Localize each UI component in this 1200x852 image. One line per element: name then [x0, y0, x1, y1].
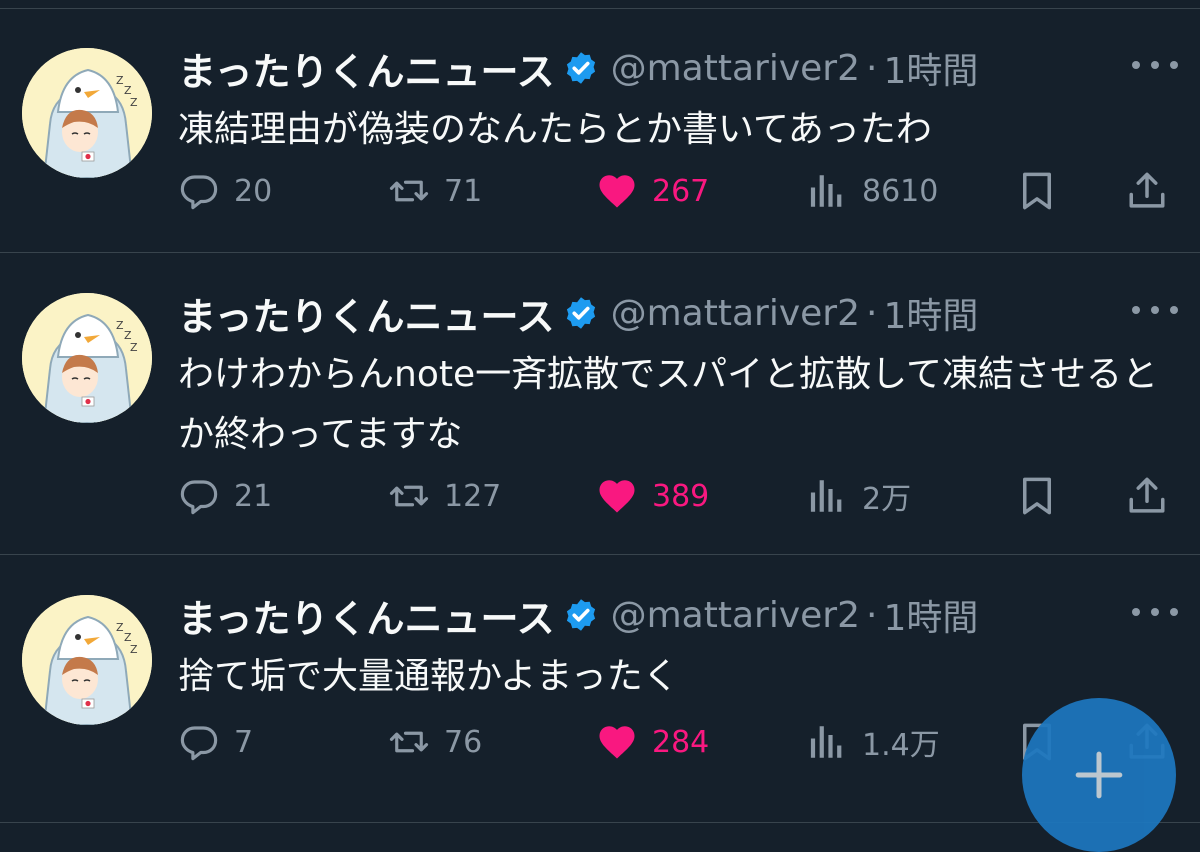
avatar[interactable]: Z Z Z	[22, 293, 152, 423]
views-icon	[810, 175, 842, 207]
retweet-icon	[389, 731, 429, 753]
separator: ·	[865, 47, 878, 89]
reply-count: 21	[234, 478, 273, 514]
heart-icon	[599, 480, 635, 513]
share-icon	[1129, 477, 1165, 513]
reply-icon	[180, 480, 218, 515]
divider	[0, 822, 1200, 823]
verified-badge-icon	[563, 50, 599, 86]
reply-button[interactable]: 20	[178, 166, 272, 216]
tweet-text: 凍結理由が偽装のなんたらとか書いてあったわ	[178, 109, 932, 150]
bookmark-button[interactable]	[1016, 166, 1058, 216]
reply-count: 7	[234, 724, 254, 760]
heart-icon	[599, 175, 635, 208]
reply-button[interactable]: 21	[178, 471, 272, 521]
tweet-time[interactable]: 1時間	[883, 287, 978, 339]
like-count: 284	[652, 724, 710, 760]
avatar[interactable]: Z Z Z	[22, 595, 152, 725]
svg-text:Z: Z	[116, 621, 124, 634]
separator: ·	[865, 594, 878, 636]
retweet-button[interactable]: 71	[388, 166, 482, 216]
tweet[interactable]: Z Z Z まったりくんニュース @mattariver2 · 1時間 捨て垢で…	[0, 555, 1200, 821]
author-handle[interactable]: @mattariver2	[611, 48, 860, 89]
timeline-feed: Z Z Z まったりくんニュース @mattariver2 · 1時間 凍結理由…	[0, 0, 1200, 852]
reply-icon	[180, 175, 218, 210]
like-button[interactable]: 267	[596, 166, 709, 216]
author-name[interactable]: まったりくんニュース	[178, 588, 555, 643]
retweet-count: 127	[444, 478, 502, 514]
tweet-time[interactable]: 1時間	[883, 589, 978, 641]
svg-text:Z: Z	[130, 96, 138, 109]
heart-icon	[599, 726, 635, 759]
tweet-text: 捨て垢で大量通報かよまったく	[178, 656, 679, 697]
reply-icon	[180, 726, 218, 761]
views-count: 2万	[862, 482, 912, 517]
verified-badge-icon	[563, 295, 599, 331]
svg-text:Z: Z	[130, 341, 138, 354]
compose-button[interactable]	[1022, 698, 1176, 852]
views-count: 8610	[862, 173, 939, 209]
tweet-time[interactable]: 1時間	[883, 42, 978, 94]
author-handle[interactable]: @mattariver2	[611, 293, 860, 334]
tweet[interactable]: Z Z Z まったりくんニュース @mattariver2 · 1時間 わけわか…	[0, 253, 1200, 553]
retweet-count: 71	[444, 173, 483, 209]
retweet-icon	[389, 485, 429, 507]
views-button[interactable]: 8610	[806, 166, 938, 216]
tweet-actions: 21 127 389 2万	[0, 471, 1200, 521]
author-name[interactable]: まったりくんニュース	[178, 41, 555, 96]
views-button[interactable]: 1.4万	[806, 717, 940, 767]
svg-text:Z: Z	[116, 319, 124, 332]
reply-button[interactable]: 7	[178, 717, 253, 767]
author-name[interactable]: まったりくんニュース	[178, 286, 555, 341]
retweet-button[interactable]: 76	[388, 717, 482, 767]
retweet-count: 76	[444, 724, 483, 760]
tweet-header: まったりくんニュース @mattariver2 · 1時間	[178, 585, 978, 645]
tweet-actions: 7 76 284 1.4万	[0, 717, 1200, 767]
tweet-actions: 20 71 267 8610	[0, 166, 1200, 216]
tweet-text: わけわからんnote一斉拡散でスパイと拡散して凍結させるとか終わってますな	[178, 354, 1159, 455]
more-icon[interactable]	[1132, 295, 1178, 325]
like-button[interactable]: 284	[596, 717, 709, 767]
views-icon	[810, 726, 842, 758]
avatar[interactable]: Z Z Z	[22, 48, 152, 178]
author-handle[interactable]: @mattariver2	[611, 595, 860, 636]
more-icon[interactable]	[1132, 50, 1178, 80]
retweet-button[interactable]: 127	[388, 471, 501, 521]
views-count: 1.4万	[862, 728, 940, 763]
share-icon	[1129, 172, 1165, 208]
svg-text:Z: Z	[116, 74, 124, 87]
reply-count: 20	[234, 173, 273, 209]
separator: ·	[865, 292, 878, 334]
like-button[interactable]: 389	[596, 471, 709, 521]
bookmark-icon	[1023, 172, 1051, 210]
plus-icon	[1075, 751, 1123, 799]
share-button[interactable]	[1126, 166, 1168, 216]
views-icon	[810, 480, 842, 512]
like-count: 389	[652, 478, 710, 514]
retweet-icon	[389, 180, 429, 202]
more-icon[interactable]	[1132, 597, 1178, 627]
like-count: 267	[652, 173, 710, 209]
bookmark-button[interactable]	[1016, 471, 1058, 521]
tweet-header: まったりくんニュース @mattariver2 · 1時間	[178, 283, 978, 343]
tweet[interactable]: Z Z Z まったりくんニュース @mattariver2 · 1時間 凍結理由…	[0, 8, 1200, 252]
tweet-header: まったりくんニュース @mattariver2 · 1時間	[178, 38, 978, 98]
share-button[interactable]	[1126, 471, 1168, 521]
verified-badge-icon	[563, 597, 599, 633]
svg-text:Z: Z	[130, 643, 138, 656]
bookmark-icon	[1023, 477, 1051, 515]
views-button[interactable]: 2万	[806, 471, 911, 521]
